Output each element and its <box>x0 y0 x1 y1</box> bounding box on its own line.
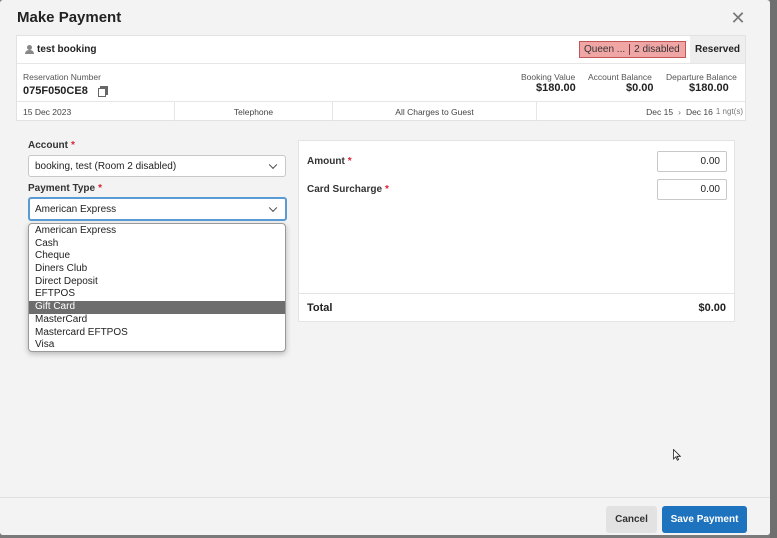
dropdown-option[interactable]: Direct Deposit <box>29 276 285 289</box>
dropdown-option[interactable]: Diners Club <box>29 263 285 276</box>
total-value: $0.00 <box>698 302 726 314</box>
booking-value: $180.00 <box>536 82 576 94</box>
disabled-tag-label: 2 disabled <box>634 44 680 55</box>
required-mark: * <box>71 140 75 151</box>
arrive-date: Dec 15 <box>646 106 674 117</box>
dropdown-option[interactable]: Cash <box>29 238 285 251</box>
account-select[interactable]: booking, test (Room 2 disabled) <box>28 155 286 177</box>
room-tag: Queen ... 2 disabled <box>579 41 686 58</box>
chevron-down-icon <box>268 160 278 170</box>
payment-amount-panel: Amount * 0.00 Card Surcharge * 0.00 Total … <box>298 140 735 322</box>
booking-source-cell: Telephone <box>175 102 333 121</box>
booking-name: test booking <box>25 44 96 55</box>
dropdown-option[interactable]: MasterCard <box>29 314 285 327</box>
dropdown-option[interactable]: American Express <box>29 225 285 238</box>
modal-title: Make Payment <box>17 9 122 26</box>
charges-cell: All Charges to Guest <box>333 102 537 121</box>
copy-icon[interactable] <box>98 86 108 97</box>
payment-type-label-text: Payment Type <box>28 183 96 194</box>
account-balance-label: Account Balance <box>588 72 652 82</box>
account-select-value: booking, test (Room 2 disabled) <box>35 160 177 172</box>
charges-text: All Charges to Guest <box>395 106 474 117</box>
booking-header: test booking Queen ... 2 disabled Reserv… <box>17 36 745 64</box>
booking-summary-card: test booking Queen ... 2 disabled Reserv… <box>16 35 746 121</box>
card-surcharge-input[interactable]: 0.00 <box>657 179 727 200</box>
reservation-number-label: Reservation Number <box>23 72 101 82</box>
dropdown-option[interactable]: Cheque <box>29 250 285 263</box>
required-mark: * <box>98 183 102 194</box>
booking-date-cell: 15 Dec 2023 <box>17 102 175 121</box>
payment-type-select-value: American Express <box>35 203 117 215</box>
departure-balance-label: Departure Balance <box>666 72 737 82</box>
booking-source: Telephone <box>233 106 274 117</box>
make-payment-modal: Make Payment ✕ test booking Queen ... 2 … <box>0 0 770 535</box>
payment-type-label: Payment Type * <box>28 183 102 194</box>
modal-footer: Cancel Save Payment <box>0 497 770 535</box>
surcharge-label-text: Card Surcharge <box>307 184 383 195</box>
account-balance: $0.00 <box>626 82 654 94</box>
chevron-down-icon <box>268 203 278 213</box>
dropdown-option-highlighted[interactable]: Gift Card <box>29 301 285 314</box>
room-tag-label: Queen ... <box>584 44 626 55</box>
stay-dates-cell: Dec 15 › Dec 16 1 ngt(s) <box>537 102 745 121</box>
total-row: Total $0.00 <box>299 293 734 321</box>
dropdown-option[interactable]: Visa <box>29 339 285 351</box>
status-badge: Reserved <box>690 36 745 63</box>
account-label-text: Account <box>28 140 68 151</box>
amount-label: Amount * <box>307 156 352 167</box>
dropdown-option[interactable]: EFTPOS <box>29 288 285 301</box>
mouse-cursor-icon <box>673 449 681 461</box>
booking-footer: 15 Dec 2023 Telephone All Charges to Gue… <box>17 101 745 121</box>
total-label: Total <box>307 302 333 314</box>
save-payment-button[interactable]: Save Payment <box>662 506 747 533</box>
booking-value-label: Booking Value <box>521 72 576 82</box>
payment-type-select[interactable]: American Express <box>28 197 287 221</box>
departure-balance: $180.00 <box>689 82 729 94</box>
required-mark: * <box>347 156 352 167</box>
payment-type-dropdown: American Express Cash Cheque Diners Club… <box>28 223 286 352</box>
reservation-number: 075F050CE8 <box>23 85 88 97</box>
booking-name-text: test booking <box>37 44 97 55</box>
person-icon <box>25 45 34 54</box>
window-edge <box>770 0 777 538</box>
amount-input[interactable]: 0.00 <box>657 151 727 172</box>
account-field-label: Account * <box>28 140 75 151</box>
dropdown-option[interactable]: Mastercard EFTPOS <box>29 327 285 340</box>
nights-count: 1 ngt(s) <box>715 107 743 116</box>
card-surcharge-label: Card Surcharge * <box>307 184 389 195</box>
required-mark: * <box>385 184 389 195</box>
amount-label-text: Amount <box>307 156 345 167</box>
cancel-button[interactable]: Cancel <box>606 506 657 533</box>
arrow-right-icon: › <box>678 106 681 117</box>
depart-date: Dec 16 <box>685 106 713 117</box>
close-icon[interactable]: ✕ <box>729 9 747 27</box>
booking-date: 15 Dec 2023 <box>23 106 72 117</box>
